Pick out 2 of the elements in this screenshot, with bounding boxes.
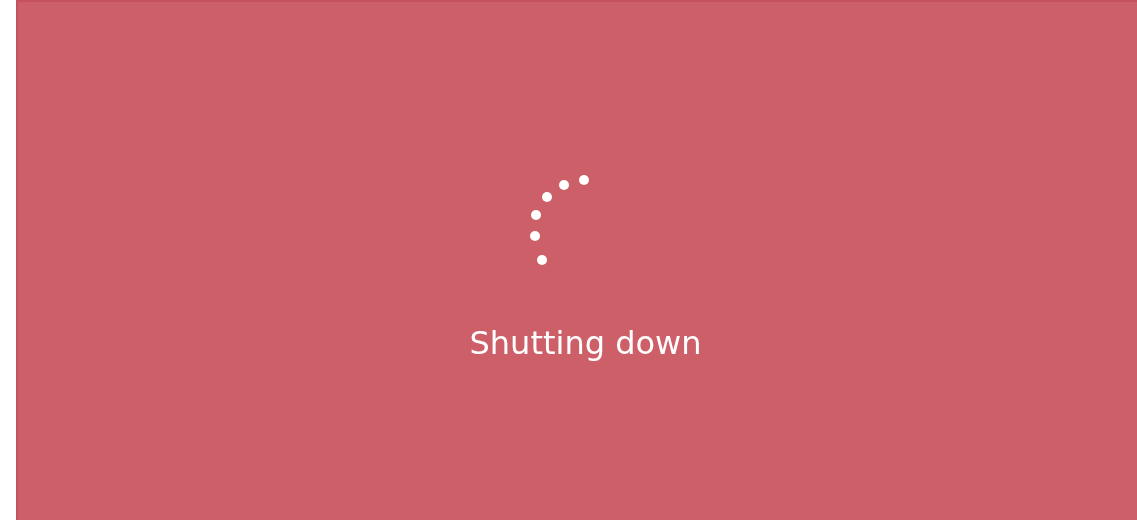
spinner-icon bbox=[529, 175, 589, 265]
status-message: Shutting down bbox=[469, 323, 702, 363]
